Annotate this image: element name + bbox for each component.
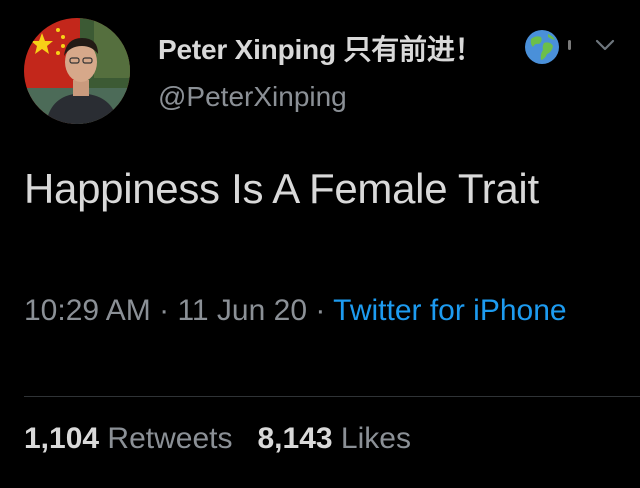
user-handle[interactable]: @PeterXinping (158, 81, 347, 113)
retweets-link[interactable]: 1,104 Retweets (24, 422, 232, 455)
likes-link[interactable]: 8,143 Likes (258, 422, 411, 455)
globe-icon (525, 30, 559, 64)
chevron-down-icon[interactable] (594, 38, 616, 52)
retweets-label: Retweets (107, 422, 233, 455)
display-name[interactable]: Peter Xinping 只有前进！ (158, 28, 483, 68)
divider (24, 396, 640, 397)
likes-label: Likes (340, 422, 411, 455)
likes-count: 8,143 (257, 422, 333, 455)
engagement-stats: 1,104 Retweets 8,143 Likes (24, 422, 411, 456)
partially-visible-emoji (568, 40, 571, 50)
profile-photo (24, 18, 130, 124)
tweet-metadata: 10:29 AM · 11 Jun 20 · Twitter for iPhon… (24, 288, 584, 333)
tweet-source-link[interactable]: Twitter for iPhone (333, 294, 566, 327)
tweet-text: Happiness Is A Female Trait (24, 165, 539, 212)
tweet-time[interactable]: 10:29 AM (24, 294, 151, 327)
tweet-date[interactable]: 11 Jun 20 (177, 294, 307, 327)
avatar[interactable] (24, 18, 130, 124)
separator: · (315, 294, 326, 327)
retweets-count: 1,104 (24, 422, 100, 455)
separator: · (159, 294, 170, 327)
